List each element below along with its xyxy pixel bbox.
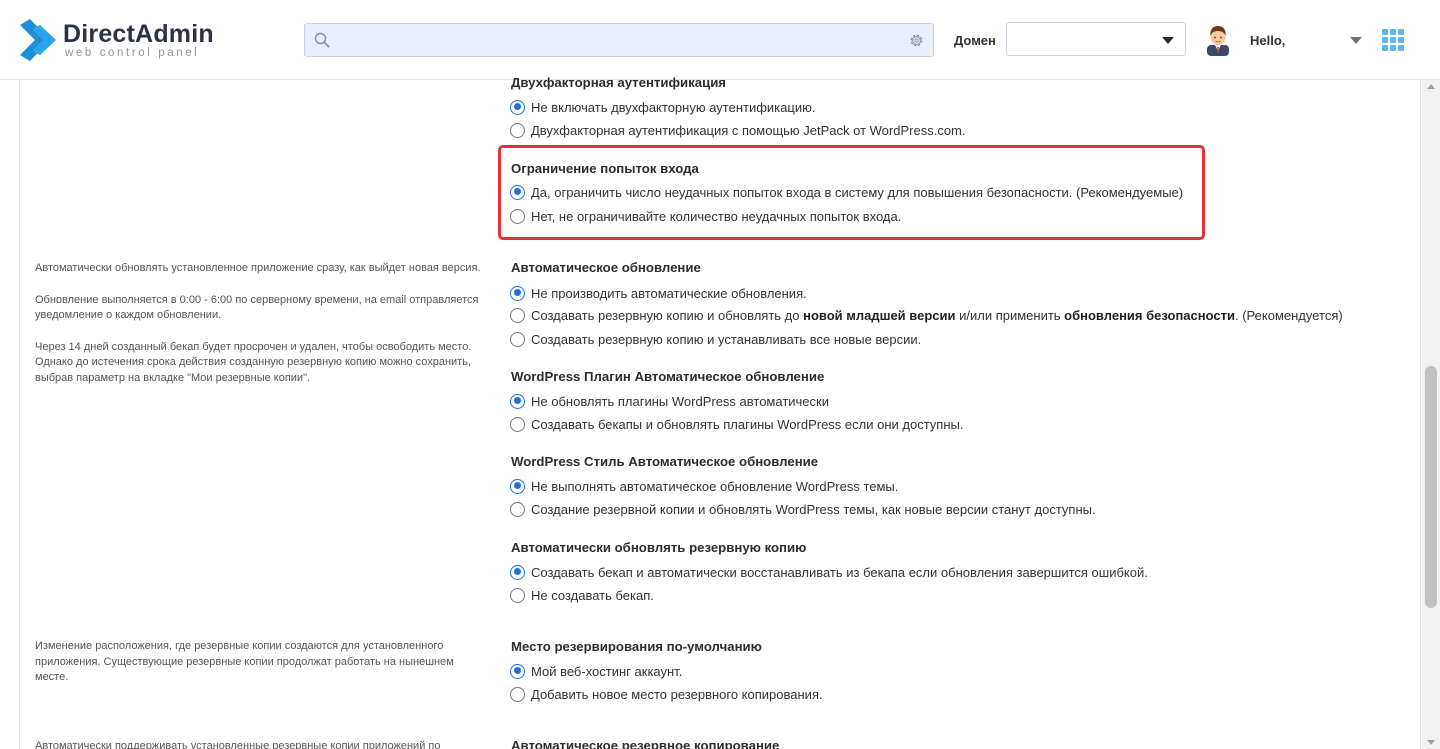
apps-grid-icon[interactable]	[1382, 29, 1404, 51]
backup-location-title: Место резервирования по-умолчанию	[511, 639, 762, 654]
radio-button[interactable]	[510, 416, 525, 432]
option-label: Добавить новое место резервного копирова…	[531, 686, 823, 702]
scroll-up-arrow-icon[interactable]	[1427, 84, 1435, 89]
search-input[interactable]	[339, 26, 899, 54]
plugin-update-title: WordPress Плагин Автоматическое обновлен…	[511, 369, 825, 384]
help-text: Обновление выполняется в 0:00 - 6:00 по …	[35, 293, 479, 322]
theme-update-option-none[interactable]: Не выполнять автоматическое обновление W…	[510, 477, 898, 495]
top-header: DirectAdmin web control panel Домен Hell…	[0, 0, 1440, 80]
option-label: Не выполнять автоматическое обновление W…	[531, 478, 899, 494]
backup-restore-option-yes[interactable]: Создавать бекап и автоматически восстана…	[510, 563, 1148, 581]
vertical-scrollbar[interactable]	[1422, 80, 1440, 749]
radio-button-checked[interactable]	[510, 663, 525, 679]
radio-button-checked[interactable]	[510, 393, 525, 409]
chevron-down-icon	[1162, 37, 1174, 44]
radio-button[interactable]	[510, 122, 525, 138]
option-label-part: и/или применить	[955, 307, 1065, 323]
option-label: Создавать бекап и автоматически восстана…	[531, 564, 1148, 580]
radio-button-checked[interactable]	[510, 285, 525, 301]
option-label: Не создавать бекап.	[531, 587, 654, 603]
two-factor-title: Двухфакторная аутентификация	[511, 75, 726, 90]
auto-update-option-minor[interactable]: Создавать резервную копию и обновлять до…	[510, 306, 1343, 324]
gear-icon[interactable]	[908, 32, 925, 49]
scrollbar-thumb[interactable]	[1425, 366, 1437, 608]
two-factor-option-disable[interactable]: Не включать двухфакторную аутентификацию…	[510, 98, 815, 116]
domain-label: Домен	[954, 33, 996, 48]
logo-subtitle: web control panel	[65, 47, 200, 59]
backup-restore-title: Автоматически обновлять резервную копию	[511, 540, 807, 555]
help-text: Через 14 дней созданный бекап будет прос…	[35, 340, 472, 384]
login-limit-option-no[interactable]: Нет, не ограничивайте количество неудачн…	[510, 207, 901, 225]
option-label-part: Создавать резервную копию и обновлять до	[531, 307, 804, 323]
two-factor-option-jetpack[interactable]: Двухфакторная аутентификация с помощью J…	[510, 121, 965, 139]
radio-button[interactable]	[510, 686, 525, 702]
radio-button-checked[interactable]	[510, 99, 525, 115]
help-text: Изменение расположения, где резервные ко…	[35, 640, 454, 683]
directadmin-logo[interactable]: DirectAdmin web control panel	[18, 17, 218, 63]
login-limit-title: Ограничение попыток входа	[511, 161, 699, 176]
option-label: Не обновлять плагины WordPress автоматич…	[531, 393, 829, 409]
option-label: Создавать резервную копию и обновлять до…	[531, 308, 1343, 323]
theme-update-option-backup[interactable]: Создание резервной копии и обновлять Wor…	[510, 500, 1096, 518]
option-label: Да, ограничить число неудачных попыток в…	[531, 184, 1184, 200]
plugin-update-option-none[interactable]: Не обновлять плагины WordPress автоматич…	[510, 392, 829, 410]
option-label: Двухфакторная аутентификация с помощью J…	[531, 122, 966, 138]
radio-button[interactable]	[510, 307, 525, 323]
auto-update-option-none[interactable]: Не производить автоматические обновления…	[510, 284, 807, 302]
login-limit-option-yes[interactable]: Да, ограничить число неудачных попыток в…	[510, 183, 1183, 201]
option-label: Не включать двухфакторную аутентификацию…	[531, 99, 816, 115]
theme-update-title: WordPress Стиль Автоматическое обновлени…	[511, 454, 819, 469]
backup-location-option-hosting[interactable]: Мой веб-хостинг аккаунт.	[510, 662, 682, 680]
radio-button[interactable]	[510, 587, 525, 603]
backup-restore-option-no[interactable]: Не создавать бекап.	[510, 586, 654, 604]
backup-location-option-new[interactable]: Добавить новое место резервного копирова…	[510, 685, 823, 703]
domain-select[interactable]	[1006, 22, 1186, 56]
scroll-down-arrow-icon[interactable]	[1427, 740, 1435, 745]
radio-button-checked[interactable]	[510, 184, 525, 200]
auto-update-option-all[interactable]: Создавать резервную копию и устанавливат…	[510, 330, 921, 348]
auto-backup-title: Автоматическое резервное копирование	[511, 738, 780, 749]
option-label-bold: новой младшей версии	[803, 307, 956, 323]
plugin-update-option-backup[interactable]: Создавать бекапы и обновлять плагины Wor…	[510, 415, 964, 433]
option-label: Мой веб-хостинг аккаунт.	[531, 663, 683, 679]
logo-title: DirectAdmin	[63, 20, 214, 48]
auto-update-title: Автоматическое обновление	[511, 260, 701, 275]
search-bar[interactable]	[304, 23, 934, 57]
auto-update-help: Автоматически обновлять установленное пр…	[35, 261, 485, 386]
radio-button[interactable]	[510, 208, 525, 224]
option-label: Нет, не ограничивайте количество неудачн…	[531, 208, 902, 224]
user-menu-chevron-icon[interactable]	[1350, 37, 1362, 44]
option-label: Создавать резервную копию и устанавливат…	[531, 331, 922, 347]
radio-button-checked[interactable]	[510, 478, 525, 494]
auto-backup-help: Автоматически поддерживать установленные…	[35, 739, 485, 749]
user-greeting: Hello,	[1250, 33, 1286, 48]
option-label: Создание резервной копии и обновлять Wor…	[531, 501, 1096, 517]
backup-location-help: Изменение расположения, где резервные ко…	[35, 639, 485, 686]
search-icon	[314, 32, 330, 48]
option-label: Не производить автоматические обновления…	[531, 285, 807, 301]
radio-button[interactable]	[510, 501, 525, 517]
radio-button[interactable]	[510, 331, 525, 347]
help-text: Автоматически поддерживать установленные…	[35, 740, 441, 749]
help-text: Автоматически обновлять установленное пр…	[35, 262, 481, 274]
radio-button-checked[interactable]	[510, 564, 525, 580]
option-label: Создавать бекапы и обновлять плагины Wor…	[531, 416, 964, 432]
logo-arrows-icon	[20, 19, 56, 61]
option-label-bold: обновления безопасности	[1064, 307, 1235, 323]
option-label-part: . (Рекомендуется)	[1234, 307, 1343, 323]
user-avatar[interactable]	[1204, 24, 1232, 56]
